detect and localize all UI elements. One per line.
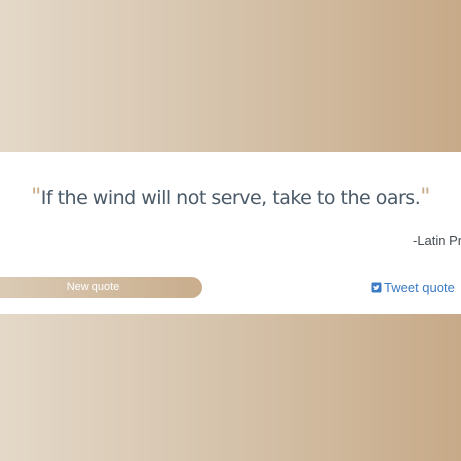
new-quote-button[interactable]: New quote bbox=[0, 277, 202, 298]
quote-text: "If the wind will not serve, take to the… bbox=[0, 185, 461, 210]
quote-body: If the wind will not serve, take to the … bbox=[40, 187, 421, 209]
twitter-icon bbox=[371, 282, 382, 293]
quote-close-mark: " bbox=[420, 185, 430, 210]
tweet-quote-label: Tweet quote bbox=[384, 280, 455, 295]
tweet-quote-button[interactable]: Tweet quote bbox=[371, 280, 455, 295]
quote-open-mark: " bbox=[31, 185, 41, 210]
quote-card: "If the wind will not serve, take to the… bbox=[0, 152, 461, 314]
quote-author: -Latin Pr bbox=[413, 233, 461, 248]
